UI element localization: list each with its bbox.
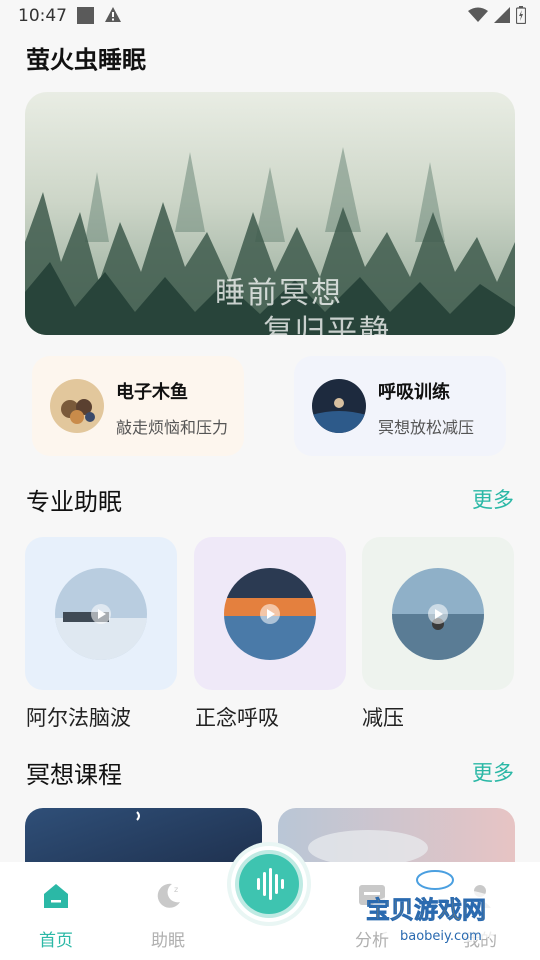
notification-icon <box>77 7 94 24</box>
banner[interactable]: 睡前冥想 复归平静 <box>25 92 515 335</box>
wooden-fish-title: 电子木鱼 <box>116 382 188 403</box>
breath-training-subtitle: 冥想放松减压 <box>378 418 475 437</box>
more-link-course[interactable]: 更多 <box>472 757 514 787</box>
status-time: 10:47 <box>18 6 67 26</box>
wifi-icon <box>468 7 488 27</box>
tab-home[interactable]: 首页 <box>6 862 106 960</box>
pro-label-relief: 减压 <box>362 706 404 730</box>
tab-home-label: 首页 <box>39 931 73 951</box>
svg-text:z: z <box>174 885 178 894</box>
warning-icon <box>104 6 122 27</box>
battery-icon <box>515 6 527 28</box>
wooden-fish-subtitle: 敲走烦恼和压力 <box>116 418 229 437</box>
pro-label-mindful: 正念呼吸 <box>195 706 279 730</box>
wooden-fish-card[interactable]: 电子木鱼 敲走烦恼和压力 <box>32 356 244 456</box>
center-play-button[interactable] <box>231 846 307 922</box>
app-title: 萤火虫睡眠 <box>26 46 146 74</box>
stress-relief-image <box>392 568 484 660</box>
moon-icon: z <box>157 883 180 908</box>
tab-sleep-aid[interactable]: z 助眠 <box>118 862 218 960</box>
signal-icon <box>494 7 510 27</box>
section-title-course: 冥想课程 <box>26 761 122 789</box>
play-icon <box>260 604 280 624</box>
alpha-wave-image <box>55 568 147 660</box>
pro-label-alpha: 阿尔法脑波 <box>26 706 131 730</box>
banner-title-line2: 复归平静 <box>263 314 391 335</box>
tab-sleep-aid-label: 助眠 <box>151 931 185 951</box>
pro-card-alpha[interactable] <box>25 537 177 690</box>
soundwave-icon <box>257 868 284 900</box>
home-icon <box>44 884 68 908</box>
breath-training-thumbnail <box>312 379 366 433</box>
pro-card-mindful[interactable] <box>194 537 346 690</box>
watermark-url: baobeiy.com <box>400 929 482 944</box>
more-link-pro[interactable]: 更多 <box>472 484 514 514</box>
breath-training-title: 呼吸训练 <box>378 382 450 403</box>
wooden-fish-thumbnail <box>50 379 104 433</box>
watermark: 宝贝游戏网 baobeiy.com <box>360 868 520 948</box>
pro-card-relief[interactable] <box>362 537 514 690</box>
section-title-pro: 专业助眠 <box>26 488 122 516</box>
play-icon <box>91 604 111 624</box>
mindful-breath-image <box>224 568 316 660</box>
breath-training-card[interactable]: 呼吸训练 冥想放松减压 <box>294 356 506 456</box>
play-icon <box>428 604 448 624</box>
status-bar: 10:47 <box>0 0 540 32</box>
watermark-title: 宝贝游戏网 <box>366 896 486 924</box>
